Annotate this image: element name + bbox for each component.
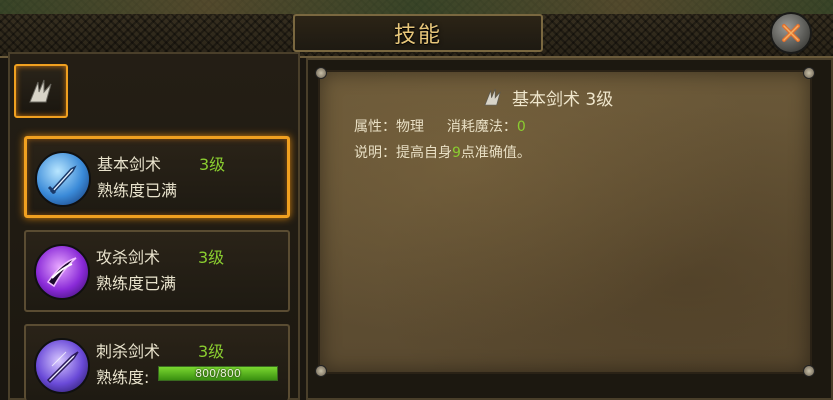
claw-icon xyxy=(29,79,52,103)
skill-level: 3级 xyxy=(199,155,226,174)
decorative-band xyxy=(0,0,833,14)
skill-level: 3级 xyxy=(198,342,225,361)
description-value: 9 xyxy=(452,145,461,161)
description-suffix: 点准确值。 xyxy=(460,145,531,161)
close-button[interactable] xyxy=(770,12,812,54)
skill-item-basic-sword[interactable]: 基本剑术 3级 熟练度已满 xyxy=(24,136,290,218)
skill-name: 攻杀剑术 xyxy=(96,248,161,267)
detail-attributes: 属性：物理 消耗魔法：0 xyxy=(354,116,526,136)
detail-header: 基本剑术 3级 xyxy=(482,86,614,110)
proficiency-value: 800/800 xyxy=(195,367,241,380)
skill-name: 基本剑术 xyxy=(97,155,162,174)
claw-icon xyxy=(484,88,501,106)
close-icon xyxy=(782,24,800,42)
window-title: 技能 xyxy=(393,23,442,48)
thrust-icon xyxy=(34,338,90,394)
skill-item-attack-sword[interactable]: 攻杀剑术 3级 熟练度已满 xyxy=(24,230,290,312)
corner-rivet xyxy=(803,67,815,79)
mana-cost-label: 消耗魔法： xyxy=(446,119,517,135)
description-label: 说明：提高自身 xyxy=(354,145,452,161)
corner-rivet xyxy=(315,365,327,377)
corner-rivet xyxy=(315,67,327,79)
mana-cost-value: 0 xyxy=(516,119,526,135)
detail-description: 说明：提高自身9点准确值。 xyxy=(354,142,531,162)
title-plate: 技能 xyxy=(293,14,543,52)
sword-icon xyxy=(35,151,91,207)
proficiency-label: 熟练度: xyxy=(96,368,150,387)
slash-icon xyxy=(34,244,90,300)
skill-item-thrust-sword[interactable]: 刺杀剑术 3级 熟练度: 800/800 xyxy=(24,324,290,400)
skill-status: 熟练度已满 xyxy=(96,274,177,293)
skill-level: 3级 xyxy=(198,248,225,267)
attribute-type: 属性：物理 xyxy=(354,119,424,135)
corner-rivet xyxy=(803,365,815,377)
skill-name: 刺杀剑术 xyxy=(96,342,161,361)
detail-title: 基本剑术 3级 xyxy=(512,89,614,110)
proficiency-bar: 800/800 xyxy=(158,366,278,381)
skill-category-button[interactable] xyxy=(14,64,68,118)
skill-status: 熟练度已满 xyxy=(97,181,178,200)
